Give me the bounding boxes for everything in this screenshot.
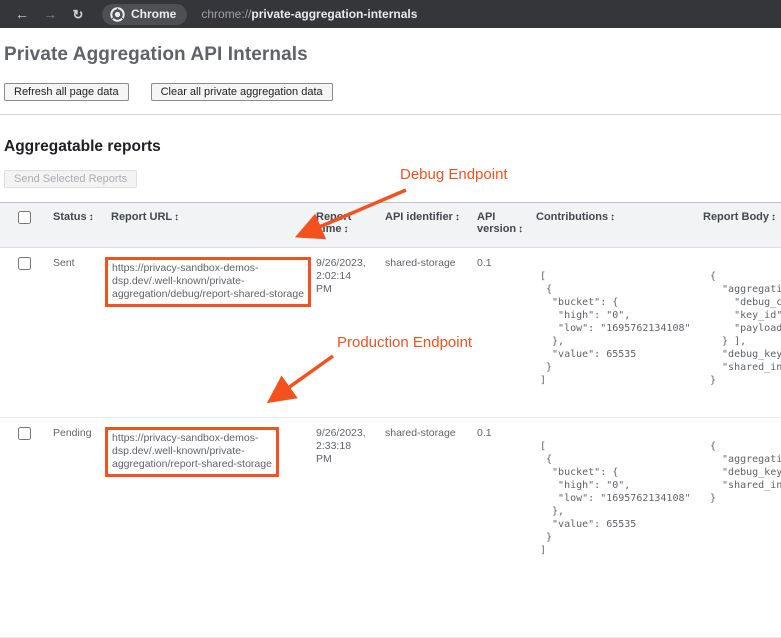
contributions-json: [ { "bucket": { "high": "0", "low": "169…: [540, 270, 699, 387]
table-row: Pending https://privacy-sandbox-demos- d…: [0, 418, 781, 638]
sort-icon: ↕: [610, 212, 615, 223]
chrome-logo-icon: [110, 7, 125, 22]
sort-icon: ↕: [89, 212, 94, 223]
contributions-cell: [ { "bucket": { "high": "0", "low": "169…: [536, 248, 703, 418]
column-header-api-identifier[interactable]: API identifier↕: [385, 203, 477, 248]
api-identifier-cell: shared-storage: [385, 248, 477, 418]
report-body-json: { "aggregatio "debug_key" "shared_inf }: [710, 440, 781, 505]
table-row: Sent https://privacy-sandbox-demos- dsp.…: [0, 248, 781, 418]
sort-icon: ↕: [343, 224, 348, 235]
contributions-json: [ { "bucket": { "high": "0", "low": "169…: [540, 440, 699, 557]
report-url-cell: https://privacy-sandbox-demos- dsp.dev/.…: [105, 418, 316, 638]
report-time-cell: 9/26/2023, 2:02:14 PM: [316, 248, 385, 418]
column-header-report-url[interactable]: Report URL↕: [105, 203, 316, 248]
status-cell: Sent: [46, 248, 105, 418]
column-header-contributions[interactable]: Contributions↕: [536, 203, 703, 248]
url-scheme: chrome://: [201, 7, 251, 21]
row-select-cell: [0, 248, 46, 418]
row-checkbox[interactable]: [18, 427, 31, 440]
reload-icon[interactable]: ↻: [66, 3, 90, 25]
status-cell: Pending: [46, 418, 105, 638]
debug-endpoint-highlight-box: https://privacy-sandbox-demos- dsp.dev/.…: [105, 257, 311, 307]
refresh-all-button[interactable]: Refresh all page data: [4, 83, 129, 101]
address-bar[interactable]: chrome://private-aggregation-internals: [201, 7, 417, 21]
column-header-status[interactable]: Status↕: [46, 203, 105, 248]
sort-icon: ↕: [518, 224, 523, 235]
select-all-cell: [0, 203, 46, 248]
page-title: Private Aggregation API Internals: [4, 44, 781, 66]
row-checkbox[interactable]: [18, 257, 31, 270]
row-select-cell: [0, 418, 46, 638]
column-header-report-time[interactable]: Report Time↕: [316, 203, 385, 248]
report-body-json: { "aggregatio "debug_c "key_id" "payload…: [710, 270, 781, 387]
back-icon[interactable]: ←: [10, 3, 34, 25]
api-version-cell: 0.1: [477, 418, 536, 638]
reports-table: Status↕ Report URL↕ Report Time↕ API ide…: [0, 202, 781, 638]
select-all-checkbox[interactable]: [18, 211, 31, 224]
column-header-report-body[interactable]: Report Body↕: [703, 203, 781, 248]
report-url-cell: https://privacy-sandbox-demos- dsp.dev/.…: [105, 248, 316, 418]
chrome-brand-chip[interactable]: Chrome: [102, 4, 187, 25]
column-header-api-version[interactable]: API version↕: [477, 203, 536, 248]
contributions-cell: [ { "bucket": { "high": "0", "low": "169…: [536, 418, 703, 638]
send-selected-reports-button[interactable]: Send Selected Reports: [4, 170, 137, 188]
section-title: Aggregatable reports: [4, 138, 781, 156]
api-version-cell: 0.1: [477, 248, 536, 418]
forward-icon[interactable]: →: [38, 3, 62, 25]
url-host: private-aggregation-internals: [251, 7, 417, 21]
table-header-row: Status↕ Report URL↕ Report Time↕ API ide…: [0, 203, 781, 248]
clear-all-button[interactable]: Clear all private aggregation data: [151, 83, 333, 101]
page-content: Private Aggregation API Internals Refres…: [0, 44, 781, 638]
browser-toolbar: ← → ↻ Chrome chrome://private-aggregatio…: [0, 0, 781, 28]
sort-icon: ↕: [455, 212, 460, 223]
sort-icon: ↕: [174, 212, 179, 223]
sort-icon: ↕: [771, 212, 776, 223]
section-divider: [0, 114, 781, 115]
api-identifier-cell: shared-storage: [385, 418, 477, 638]
report-time-cell: 9/26/2023, 2:33:18 PM: [316, 418, 385, 638]
production-endpoint-highlight-box: https://privacy-sandbox-demos- dsp.dev/.…: [105, 427, 279, 477]
report-body-cell: { "aggregatio "debug_c "key_id" "payload…: [703, 248, 781, 418]
chrome-brand-label: Chrome: [131, 7, 176, 21]
page-toolbar: Refresh all page data Clear all private …: [4, 83, 781, 101]
report-body-cell: { "aggregatio "debug_key" "shared_inf }: [703, 418, 781, 638]
